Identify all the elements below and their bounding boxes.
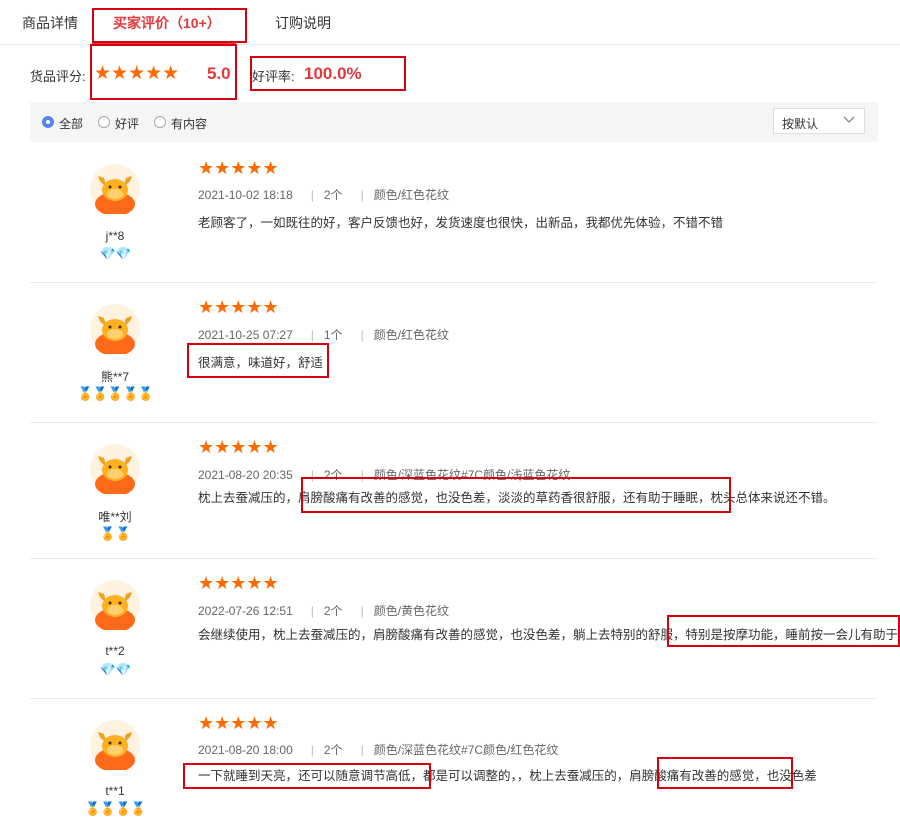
score-stars-icon: ★★★★★ bbox=[94, 63, 180, 84]
review-content: 老顾客了，一如既往的好，客户反馈也好，发货速度也很快，出新品，我都优先体验，不错… bbox=[198, 216, 724, 230]
bull-avatar-icon bbox=[90, 580, 140, 630]
review-stars-icon: ★★★★★ bbox=[198, 297, 279, 317]
highlight-box-review bbox=[301, 477, 731, 513]
sort-select[interactable]: 按默认 bbox=[773, 108, 865, 134]
bull-avatar-icon bbox=[90, 304, 140, 354]
review-stars-icon: ★★★★★ bbox=[198, 713, 279, 733]
review-stars-icon: ★★★★★ bbox=[198, 437, 279, 457]
review-item: j**8 💎💎 ★★★★★ 2021-10-02 18:18 | 2个 | 颜色/红色花… bbox=[30, 142, 878, 283]
reviewer-name: t**2 bbox=[105, 644, 125, 658]
review-meta: 2021-08-20 18:00 | 2个 | 颜色/深蓝色花纹#7C颜色/红色花纹 bbox=[198, 743, 559, 757]
highlight-box-tab bbox=[92, 8, 247, 43]
sort-select-label: 按默认 bbox=[782, 117, 819, 131]
highlight-box-review bbox=[183, 763, 431, 789]
level-badge-icon: 🏅🏅🏅🏅 bbox=[84, 801, 147, 816]
tab-order-notes[interactable]: 订购说明 bbox=[275, 13, 331, 33]
review-date: 2021-08-20 18:00 bbox=[198, 743, 293, 757]
review-qty: 2个 bbox=[323, 743, 343, 757]
level-badge-icon: 🏅🏅 bbox=[99, 526, 131, 541]
level-badge-icon: 💎💎 bbox=[99, 246, 131, 261]
review-spec: 颜色/深蓝色花纹#7C颜色/红色花纹 bbox=[373, 743, 559, 757]
highlight-box-review bbox=[187, 343, 329, 378]
review-date: 2021-08-20 20:35 bbox=[198, 468, 293, 482]
review-qty: 2个 bbox=[323, 188, 343, 202]
review-spec: 颜色/黄色花纹 bbox=[373, 604, 450, 618]
highlight-box-review bbox=[667, 615, 900, 647]
radio-good[interactable] bbox=[98, 116, 110, 128]
bull-avatar-icon bbox=[90, 720, 140, 770]
review-spec: 颜色/红色花纹 bbox=[373, 188, 450, 202]
review-stars-icon: ★★★★★ bbox=[198, 573, 279, 593]
bull-avatar-icon bbox=[90, 164, 140, 214]
review-date: 2021-10-02 18:18 bbox=[198, 188, 293, 202]
chevron-down-icon bbox=[843, 116, 855, 123]
review-meta: 2021-10-02 18:18 | 2个 | 颜色/红色花纹 bbox=[198, 188, 450, 202]
good-rate-value: 100.0% bbox=[304, 64, 362, 83]
radio-all[interactable] bbox=[42, 116, 54, 128]
radio-good-label[interactable]: 好评 bbox=[115, 115, 139, 132]
review-meta: 2022-07-26 12:51 | 2个 | 颜色/黄色花纹 bbox=[198, 604, 450, 618]
radio-all-label[interactable]: 全部 bbox=[59, 115, 83, 132]
review-qty: 1个 bbox=[323, 328, 343, 342]
review-item: 熊**7 🏅🏅🏅🏅🏅 ★★★★★ 2021-10-25 07:27 | 1个 | 颜色/… bbox=[30, 282, 878, 423]
radio-with-content-label[interactable]: 有内容 bbox=[171, 115, 207, 132]
reviewer-name: 唯**刘 bbox=[98, 510, 132, 524]
filter-bar: 全部 好评 有内容 按默认 bbox=[30, 102, 878, 142]
review-qty: 2个 bbox=[323, 604, 343, 618]
score-value: 5.0 bbox=[207, 64, 231, 83]
score-label: 货品评分: bbox=[30, 69, 86, 84]
radio-with-content[interactable] bbox=[154, 116, 166, 128]
review-meta: 2021-10-25 07:27 | 1个 | 颜色/红色花纹 bbox=[198, 328, 450, 342]
review-date: 2021-10-25 07:27 bbox=[198, 328, 293, 342]
review-stars-icon: ★★★★★ bbox=[198, 158, 279, 178]
highlight-box-review bbox=[657, 757, 793, 789]
reviewer-name: t**1 bbox=[105, 784, 125, 798]
bull-avatar-icon bbox=[90, 444, 140, 494]
tab-product-details[interactable]: 商品详情 bbox=[22, 13, 78, 33]
level-badge-icon: 🏅🏅🏅🏅🏅 bbox=[77, 386, 154, 401]
review-spec: 颜色/红色花纹 bbox=[373, 328, 450, 342]
reviewer-name: j**8 bbox=[105, 229, 125, 243]
good-rate-label: 好评率: bbox=[252, 69, 295, 84]
review-date: 2022-07-26 12:51 bbox=[198, 604, 293, 618]
level-badge-icon: 💎💎 bbox=[99, 662, 131, 677]
reviewer-name: 熊**7 bbox=[100, 370, 129, 384]
